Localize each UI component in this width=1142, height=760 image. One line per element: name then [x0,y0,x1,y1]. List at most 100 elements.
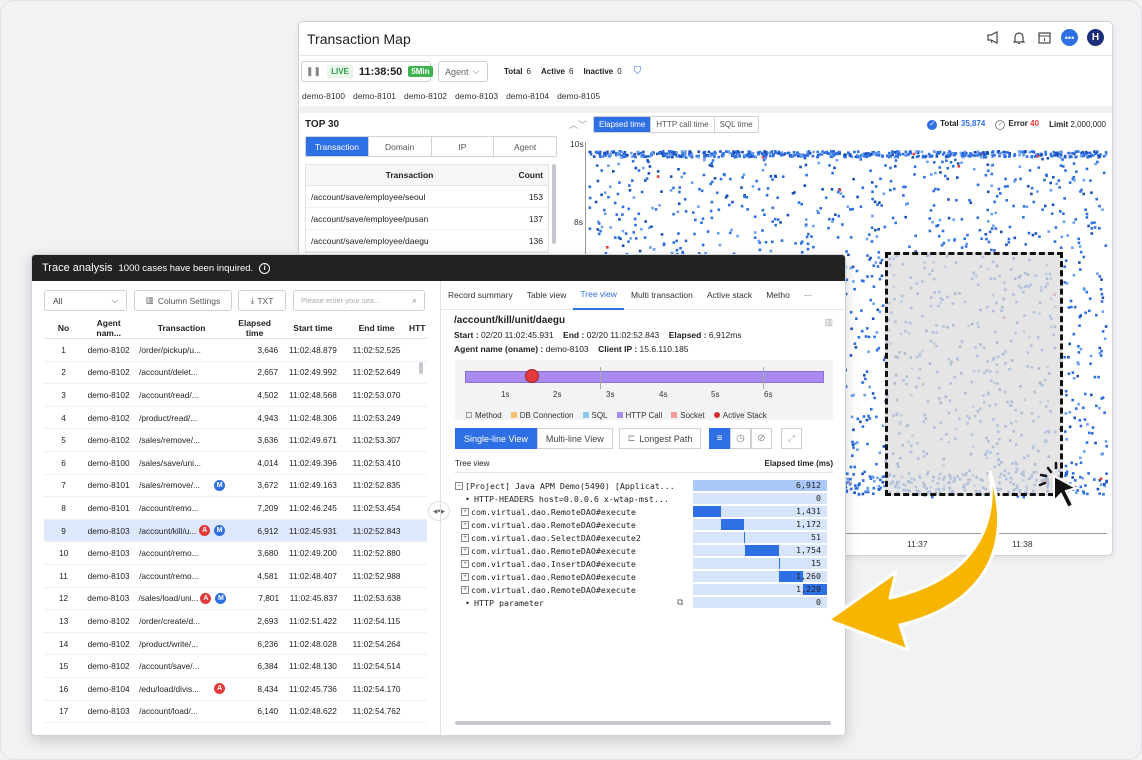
tab-domain[interactable]: Domain [369,137,432,156]
column-header[interactable]: Agent nam... [83,318,134,338]
tree-node[interactable]: • HTTP parameter ⧉ 0 [455,596,833,609]
megaphone-icon[interactable] [986,30,1002,46]
tree-node[interactable]: + com.virtual.dao.InsertDAO#execute 15 [455,557,833,570]
alert-badge[interactable]: A [199,525,211,537]
info-icon[interactable]: i [259,262,271,274]
bell-icon[interactable] [1011,30,1027,46]
single-line-view-button[interactable]: Single-line View [455,428,537,449]
calendar-icon[interactable] [1036,30,1052,46]
copy-icon[interactable]: ⧉ [677,598,683,608]
demo-agent[interactable]: demo-8101 [353,91,396,101]
table-row[interactable]: 11 demo-8103/account/remo... 4,581 11:02:48… [44,565,427,588]
expand-node-icon[interactable]: + [461,507,469,516]
demo-agent[interactable]: demo-8102 [404,91,447,101]
demo-agent[interactable]: demo-8105 [557,91,600,101]
tree-node[interactable]: • HTTP-HEADERS host=0.0.0.6 x-wtap-mst...… [455,492,833,505]
column-header[interactable]: Transaction [134,323,229,333]
hide-icon[interactable]: ⊘ [751,428,772,449]
tree-node[interactable]: + com.virtual.dao.RemoteDAO#execute 1,260 [455,570,833,583]
tab-transaction[interactable]: Transaction [306,137,369,156]
table-row[interactable]: 6 demo-8100/sales/save/uni... 4,014 11:02:4… [44,452,427,475]
table-row[interactable]: /account/save/employee/seoul 153 [306,186,548,208]
method-badge[interactable]: M [214,525,226,537]
tab-http-call-time[interactable]: HTTP call time [651,117,715,132]
tree-node[interactable]: + com.virtual.dao.RemoteDAO#execute 1,431 [455,505,833,518]
tab-multi-transaction[interactable]: Multi transaction [624,281,700,310]
tab-tree-view[interactable]: Tree view [573,281,624,310]
check-icon[interactable]: ✓ [927,120,938,130]
export-txt-button[interactable]: ⤓ TXT [238,290,286,311]
search-icon[interactable]: ⌕ [412,295,417,306]
shield-icon[interactable]: ⛉ [634,66,642,77]
table-row[interactable]: 9 demo-8103/account/kill/u... A M 6,912 11:02… [44,519,427,543]
avatar[interactable]: H [1087,29,1104,46]
table-row[interactable]: 13 demo-8102/order/create/d... 2,693 11:02:… [44,610,427,633]
agent-dropdown[interactable]: Agent ⌵ [438,61,488,82]
scrollbar[interactable] [455,721,831,725]
table-row[interactable]: 3 demo-8102/account/read/... 4,502 11:02:48… [44,384,427,407]
tab-sql-time[interactable]: SQL time [715,117,758,132]
expand-node-icon[interactable]: + [461,533,469,542]
table-row[interactable]: 4 demo-8102/product/read/... 4,943 11:02:48… [44,407,427,430]
column-header[interactable]: Start time [280,323,346,333]
tree-node[interactable]: + com.virtual.dao.RemoteDAO#execute 1,229 [455,583,833,596]
expand-node-icon[interactable]: + [461,572,469,581]
tab-method[interactable]: Metho [759,281,797,310]
table-row[interactable]: 1 demo-8102/order/pickup/u... 3,646 11:02:4… [44,339,427,362]
demo-agent[interactable]: demo-8100 [302,91,345,101]
more-tabs-button[interactable]: ··· [797,281,820,310]
tree-node[interactable]: + com.virtual.dao.RemoteDAO#execute 1,172 [455,518,833,531]
alert-badge[interactable]: A [214,683,226,695]
collapse-node-icon[interactable]: − [455,481,463,490]
live-control[interactable]: ❚❚ LIVE 11:38:50 5Min [301,61,433,82]
tree-node[interactable]: − [Project] Java APM Demo(5490) [Applicat… [455,479,833,492]
column-header[interactable]: Count [508,170,548,180]
chat-icon[interactable]: ••• [1061,29,1078,46]
clock-icon[interactable]: ◷ [730,428,751,449]
alert-badge[interactable]: A [200,592,212,604]
column-header[interactable]: Elapsed time [229,318,280,338]
longest-path-button[interactable]: ⊏ Longest Path [618,428,702,449]
scrollbar[interactable] [552,164,556,244]
pause-icon[interactable]: ❚❚ [306,66,321,77]
expand-node-icon[interactable]: + [461,546,469,555]
method-badge[interactable]: M [215,592,227,604]
expand-node-icon[interactable]: + [461,559,469,568]
table-row[interactable]: /account/save/employee/pusan 137 [306,208,548,230]
scrollbar[interactable] [419,362,423,374]
multi-line-view-button[interactable]: Multi-line View [536,428,613,449]
sort-bars-icon[interactable]: ≡ [709,428,730,449]
tree-node[interactable]: + com.virtual.dao.SelectDAO#execute2 51 [455,531,833,544]
range-badge[interactable]: 5Min [408,66,433,77]
table-row[interactable]: 12 demo-8103/sales/load/uni... A M 7,801 11:0… [44,588,427,611]
table-row[interactable]: 14 demo-8102/product/write/... 6,236 11:02:… [44,633,427,656]
check-icon[interactable]: ✓ [995,120,1006,130]
demo-agent[interactable]: demo-8103 [455,91,498,101]
bar-chart-icon[interactable]: ▥ [824,317,833,328]
table-row[interactable]: 10 demo-8103/account/remo... 3,680 11:02:49… [44,542,427,565]
table-row[interactable]: 17 demo-8103/account/load/... 6,140 11:02:4… [44,701,427,724]
active-stack-marker[interactable] [525,369,539,383]
table-row[interactable]: 5 demo-8102/sales/remove/... 3,636 11:02:49… [44,429,427,452]
table-row[interactable]: 2 demo-8102/account/delet... 2,657 11:02:49… [44,362,427,385]
table-row[interactable]: 15 demo-8102/account/save/... 6,384 11:02:4… [44,655,427,678]
demo-agent[interactable]: demo-8104 [506,91,549,101]
table-row[interactable]: 16 demo-8104/edu/load/divis... A 8,434 11:02… [44,678,427,701]
filter-dropdown[interactable]: All ⌵ [44,290,127,311]
tab-table-view[interactable]: Table view [520,281,574,310]
tab-active-stack[interactable]: Active stack [700,281,759,310]
tab-ip[interactable]: IP [432,137,495,156]
expand-node-icon[interactable]: + [461,585,469,594]
tab-agent[interactable]: Agent [494,137,556,156]
expand-icon[interactable]: ⤢ [781,428,802,449]
column-header[interactable]: End time [346,323,408,333]
tab-elapsed-time[interactable]: Elapsed time [594,117,652,132]
column-header[interactable]: No [44,323,83,333]
timeline-window[interactable] [600,367,764,389]
table-row[interactable]: /account/save/employee/daegu 136 [306,230,548,252]
column-header[interactable]: HTT [407,323,427,333]
column-header[interactable]: Transaction [306,170,508,180]
search-input[interactable]: Please enter your sea... ⌕ [293,290,425,311]
tab-record-summary[interactable]: Record summary [441,281,520,310]
table-row[interactable]: 7 demo-8101/sales/remove/... M 3,672 11:02:4… [44,475,427,498]
